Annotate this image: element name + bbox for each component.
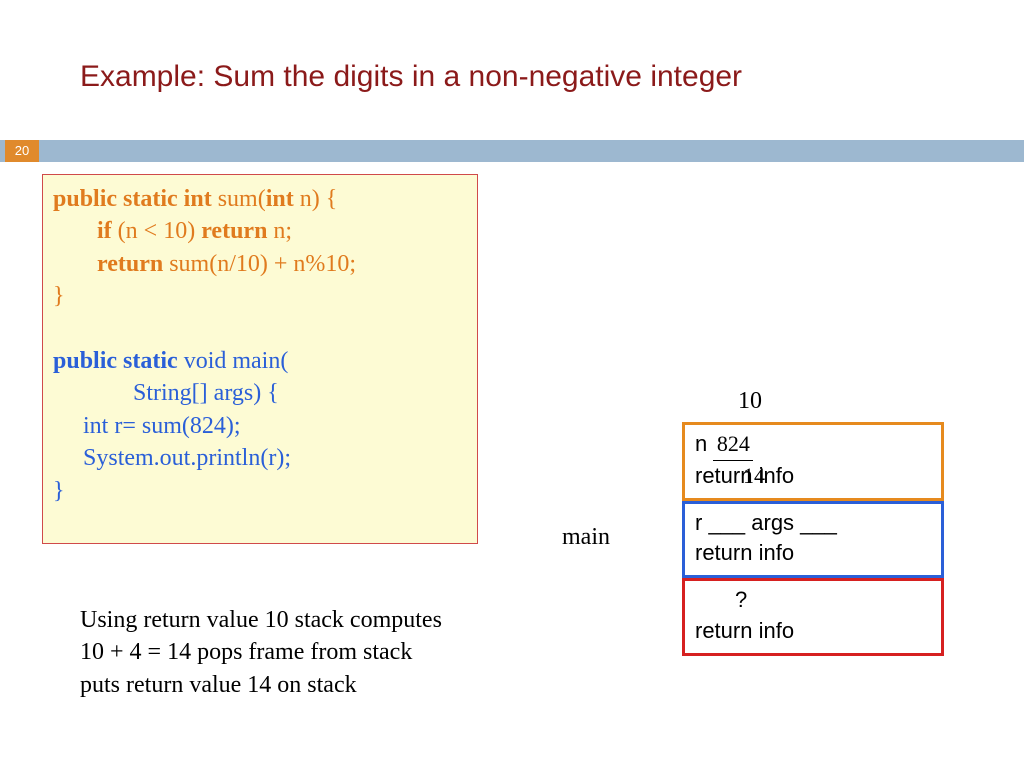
code-t: n) { xyxy=(300,186,338,212)
code-block: public static int sum(int n) { if (n < 1… xyxy=(42,174,478,544)
return-info-label: return info xyxy=(695,538,931,569)
main-label: main xyxy=(562,524,610,551)
code-t: if xyxy=(97,218,118,244)
slide-title: Example: Sum the digits in a non-negativ… xyxy=(80,60,742,94)
code-t: sum( xyxy=(218,186,266,212)
code-t: public static int xyxy=(53,186,218,212)
code-t: return xyxy=(201,218,273,244)
stack-frame-main: r ___ args ___ return info xyxy=(682,501,944,579)
var-n-value: 824 xyxy=(713,429,753,461)
explain-line: puts return value 14 on stack xyxy=(80,669,442,701)
stack-frame-sum: n 824 return info 14 xyxy=(682,422,944,501)
return-info-label: return info xyxy=(695,616,931,647)
code-t: public static xyxy=(53,348,184,374)
stack-frame-system: ? return info xyxy=(682,578,944,656)
explain-line: Using return value 10 stack computes xyxy=(80,604,442,636)
return-value-ten: 10 xyxy=(738,388,762,415)
code-t: System.out.println(r); xyxy=(83,445,291,471)
call-stack: n 824 return info 14 r ___ args ___ retu… xyxy=(682,422,944,656)
code-t: } xyxy=(53,478,65,504)
header-bar xyxy=(0,140,1024,162)
overlay-fourteen: 14 xyxy=(743,461,765,492)
explain-line: 10 + 4 = 14 pops frame from stack xyxy=(80,636,442,668)
var-n-label: n xyxy=(695,431,713,456)
code-t: } xyxy=(53,283,65,309)
page-number-badge: 20 xyxy=(5,140,39,162)
code-t: (n < 10) xyxy=(118,218,202,244)
question-mark: ? xyxy=(695,585,931,616)
code-t: String[] args) { xyxy=(133,380,279,406)
code-t: void main( xyxy=(184,348,289,374)
main-vars: r ___ args ___ xyxy=(695,508,931,539)
explanation-text: Using return value 10 stack computes 10 … xyxy=(80,604,442,701)
code-t: int xyxy=(266,186,300,212)
code-t: return xyxy=(97,251,169,277)
code-t: int r= sum(824); xyxy=(83,413,241,439)
code-t: sum(n/10) + n%10; xyxy=(169,251,356,277)
code-t: n; xyxy=(273,218,292,244)
